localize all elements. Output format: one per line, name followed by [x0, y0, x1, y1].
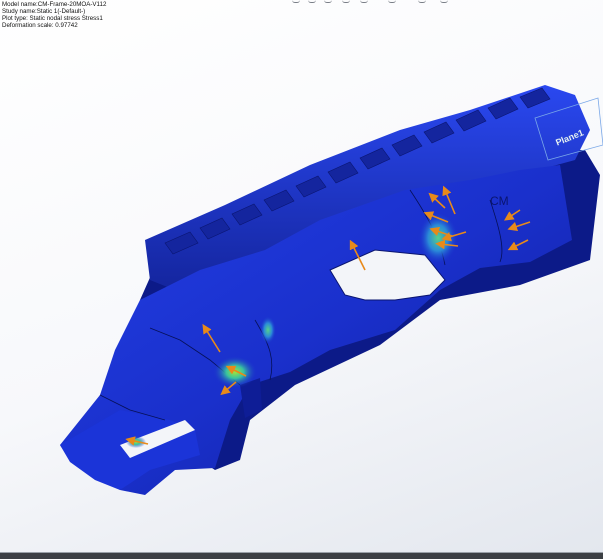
stress-hotspot-upper: [418, 212, 458, 264]
cm-logo: CM: [490, 194, 509, 208]
stress-plot-model[interactable]: CM Plane1: [0, 0, 603, 552]
stress-hotspot-mid: [260, 316, 276, 344]
graphics-viewport[interactable]: Model name:CM-Frame-20MOA-V112 Study nam…: [0, 0, 603, 552]
frame-part[interactable]: [60, 85, 600, 495]
